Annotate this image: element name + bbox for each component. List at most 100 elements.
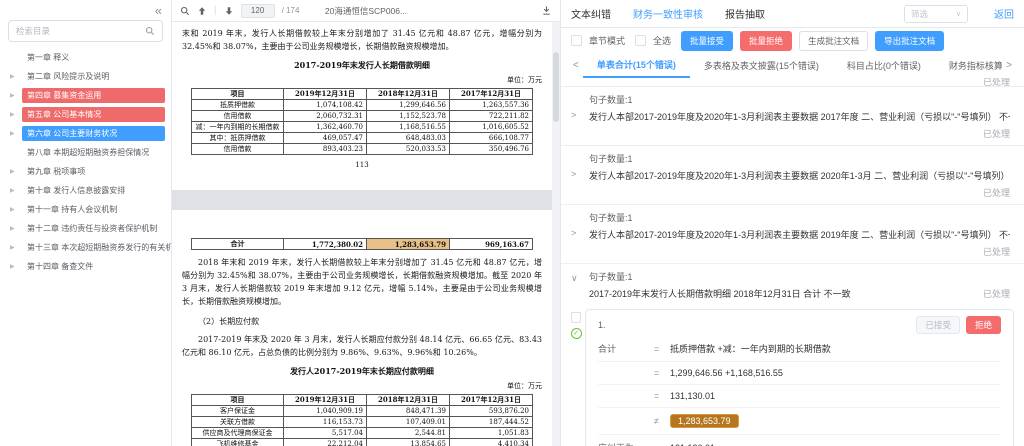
scrollbar-thumb[interactable]	[553, 52, 559, 122]
sidebar-item-label: 第十章 发行人信息披露安排	[27, 186, 126, 195]
page-total: / 174	[281, 6, 300, 15]
pdf-page-120: 末和 2019 年末，发行人长期借款较上年末分别增加了 31.45 亿元和 48…	[172, 22, 552, 190]
sentence-count: 句子数量:1	[589, 95, 633, 105]
review-subtabs: < 单表合计(15个错误) 多表格及表文披露(15个错误) 科目占比(0个错误)…	[561, 53, 1024, 78]
chapter-sidebar: « 第一章 释义 ▶ 第二章 风险提示及说明 ▶ 第四章 募集资金运用 ▶ 第五章 公…	[0, 0, 172, 446]
table2-title: 发行人2017-2019年末长期应付款明细	[290, 366, 434, 376]
list-item[interactable]: > 句子数量:1 发行人本部2017-2019年度及2020年1-3月利润表主要…	[561, 205, 1024, 263]
caret-icon: ▶	[10, 169, 15, 175]
sidebar-item-chapter5[interactable]: ▶ 第五章 公司基本情况	[0, 105, 171, 124]
sentence-count: 句子数量:1	[589, 272, 633, 282]
sidebar-item-chapter9[interactable]: ▶ 第九章 税项事项	[0, 162, 171, 181]
reject-button[interactable]: 拒绝	[965, 316, 1001, 334]
sidebar-item-chapter1[interactable]: 第一章 释义	[0, 48, 171, 67]
doc-subheading: （2）长期应付款	[198, 317, 260, 326]
page-up-icon[interactable]	[197, 6, 207, 16]
subtab-single-table-total[interactable]: 单表合计(15个错误)	[582, 53, 690, 78]
subtab-account-ratio[interactable]: 科目占比(0个错误)	[833, 54, 935, 77]
sidebar-item-chapter8[interactable]: 第八章 本期超短期融资券担保情况	[0, 143, 171, 162]
subtabs-prev-icon[interactable]: <	[569, 60, 583, 71]
collapse-sidebar-icon[interactable]: «	[155, 3, 162, 18]
detail-checkbox[interactable]	[571, 312, 581, 323]
table-header: 2019年12月31日	[283, 394, 367, 406]
search-icon[interactable]	[145, 26, 155, 36]
formula-row: = 1,299,646.56 +1,168,516.55	[598, 361, 1001, 384]
tab-financial-consistency[interactable]: 财务一致性审核	[633, 6, 703, 21]
error-title: 2017-2019年末发行人长期借款明细 2018年12月31日 合计 不一致	[589, 289, 851, 299]
generate-annotation-doc-button[interactable]: 生成批注文档	[799, 30, 869, 51]
select-all-label: 全选	[653, 36, 672, 46]
sidebar-item-chapter4[interactable]: ▶ 第四章 募集资金运用	[0, 86, 171, 105]
doc-paragraph: 末和 2019 年末，发行人长期借款较上年末分别增加了 31.45 亿元和 48…	[182, 29, 542, 51]
chapter-nav: 第一章 释义 ▶ 第二章 风险提示及说明 ▶ 第四章 募集资金运用 ▶ 第五章 公司基…	[0, 48, 171, 276]
tab-text-correction[interactable]: 文本纠错	[571, 6, 611, 21]
caret-icon: ▶	[10, 93, 15, 99]
chevron-right-icon[interactable]: >	[571, 169, 576, 179]
caret-icon: ▶	[10, 188, 15, 194]
page-number: 113	[355, 161, 369, 169]
sidebar-item-label: 第六章 公司主要财务状况	[22, 126, 165, 141]
list-item[interactable]: > 句子数量:1 发行人本部2017-2019年度及2020年1-3月利润表主要…	[561, 87, 1024, 145]
chapter-mode-label: 章节模式	[589, 36, 626, 46]
error-title: 发行人本部2017-2019年度及2020年1-3月利润表主要数据 2019年度…	[589, 230, 1010, 240]
chapter-search-box[interactable]	[8, 20, 163, 42]
back-button[interactable]: 返回	[994, 6, 1014, 21]
detail-index: 1.	[598, 320, 606, 330]
page-down-icon[interactable]	[224, 6, 234, 16]
sidebar-item-label: 第十三章 本次超短期融资券发行的有关机构	[27, 243, 171, 252]
sidebar-item-label: 第十四章 备查文件	[27, 262, 94, 271]
review-tabs: 文本纠错 财务一致性审核 报告抽取 筛选 ∨ 返回	[561, 0, 1024, 28]
accepted-button[interactable]: 已接受	[916, 316, 960, 334]
chapter-mode-checkbox[interactable]	[571, 35, 582, 46]
chevron-right-icon[interactable]: >	[571, 110, 576, 120]
page-number-input[interactable]	[240, 3, 275, 18]
table-row: 飞机维修基金 22,212.04 13,854.65 4,410.34	[191, 438, 533, 446]
sidebar-item-chapter6[interactable]: ▶ 第六章 公司主要财务状况	[0, 124, 171, 143]
sidebar-item-chapter2[interactable]: ▶ 第二章 风险提示及说明	[0, 67, 171, 86]
table-header: 项目	[191, 394, 284, 406]
select-all-checkbox[interactable]	[635, 35, 647, 46]
search-input[interactable]	[16, 26, 145, 36]
table-row: 信用借款 893,403.23 520,033.53 350,496.76	[191, 143, 533, 155]
table-row: 信用借款 2,060,732.31 1,152,523.78 722,211.82	[191, 110, 533, 122]
toolbar-divider: |	[214, 5, 217, 16]
sentence-count: 句子数量:1	[589, 213, 633, 223]
zoom-icon[interactable]	[180, 6, 190, 16]
sidebar-item-chapter13[interactable]: ▶ 第十三章 本次超短期融资券发行的有关机构	[0, 238, 171, 257]
batch-accept-button[interactable]: 批量接受	[681, 30, 734, 51]
caret-icon: ▶	[10, 245, 15, 251]
pdf-viewer: | / 174 20海通恒信SCP006... 末和 2019 年末，发行人长期…	[172, 0, 560, 446]
filter-select[interactable]: 筛选 ∨	[904, 4, 968, 23]
sidebar-item-chapter12[interactable]: ▶ 第十二章 违约责任与投资者保护机制	[0, 219, 171, 238]
sidebar-item-chapter11[interactable]: ▶ 第十一章 持有人会议机制	[0, 200, 171, 219]
caret-icon: ▶	[10, 131, 15, 137]
chevron-down-icon[interactable]: ∨	[571, 273, 578, 284]
sidebar-item-chapter14[interactable]: ▶ 第十四章 备查文件	[0, 257, 171, 276]
subtab-multi-table-disclosure[interactable]: 多表格及表文披露(15个错误)	[690, 54, 833, 77]
sidebar-item-label: 第九章 税项事项	[27, 167, 86, 176]
table-header: 2019年12月31日	[283, 88, 367, 100]
caret-icon: ▶	[10, 112, 15, 118]
export-annotation-doc-button[interactable]: 导出批注文档	[875, 30, 945, 51]
filter-placeholder: 筛选	[911, 8, 929, 19]
download-icon[interactable]	[541, 5, 552, 16]
error-list: 已处理 > 句子数量:1 发行人本部2017-2019年度及2020年1-3月利…	[561, 78, 1024, 446]
table-row: 其中：抵质押借款 469,057.47 648,483.03 666,108.77	[191, 132, 533, 144]
formula-row: 合计 = 抵质押借款 +减：一年内到期的长期借款	[598, 343, 831, 355]
table-row: 客户保证金 1,040,909.19 848,471.39 593,876.20	[191, 405, 533, 417]
doc-paragraph: 2018 年末和 2019 年末，发行人长期借款较上年末分别增加了 31.45 …	[182, 258, 542, 306]
viewer-scrollbar[interactable]	[552, 22, 560, 446]
chevron-right-icon[interactable]: >	[571, 228, 576, 238]
list-item-expanded[interactable]: ∨ 句子数量:1 2017-2019年末发行人长期借款明细 2018年12月31…	[561, 264, 1024, 305]
long-term-loan-table: 项目 2019年12月31日 2018年12月31日 2017年12月31日 抵…	[191, 88, 533, 155]
long-term-payable-table: 项目 2019年12月31日 2018年12月31日 2017年12月31日 客…	[191, 394, 533, 446]
tab-report-extraction[interactable]: 报告抽取	[725, 6, 765, 21]
loan-total-row-table: 合计 1,772,380.02 1,283,653.79 969,163.67	[191, 238, 533, 250]
subtabs-next-icon[interactable]: >	[1002, 60, 1016, 71]
list-item[interactable]: > 句子数量:1 发行人本部2017-2019年度及2020年1-3月利润表主要…	[561, 146, 1024, 204]
sidebar-item-chapter10[interactable]: ▶ 第十章 发行人信息披露安排	[0, 181, 171, 200]
subtab-financial-indicator[interactable]: 财务指标核算(18个	[935, 54, 1002, 77]
sidebar-item-label: 第十二章 违约责任与投资者保护机制	[27, 224, 158, 233]
batch-reject-button[interactable]: 批量拒绝	[740, 30, 793, 51]
document-pages[interactable]: 末和 2019 年末，发行人长期借款较上年末分别增加了 31.45 亿元和 48…	[172, 22, 552, 446]
